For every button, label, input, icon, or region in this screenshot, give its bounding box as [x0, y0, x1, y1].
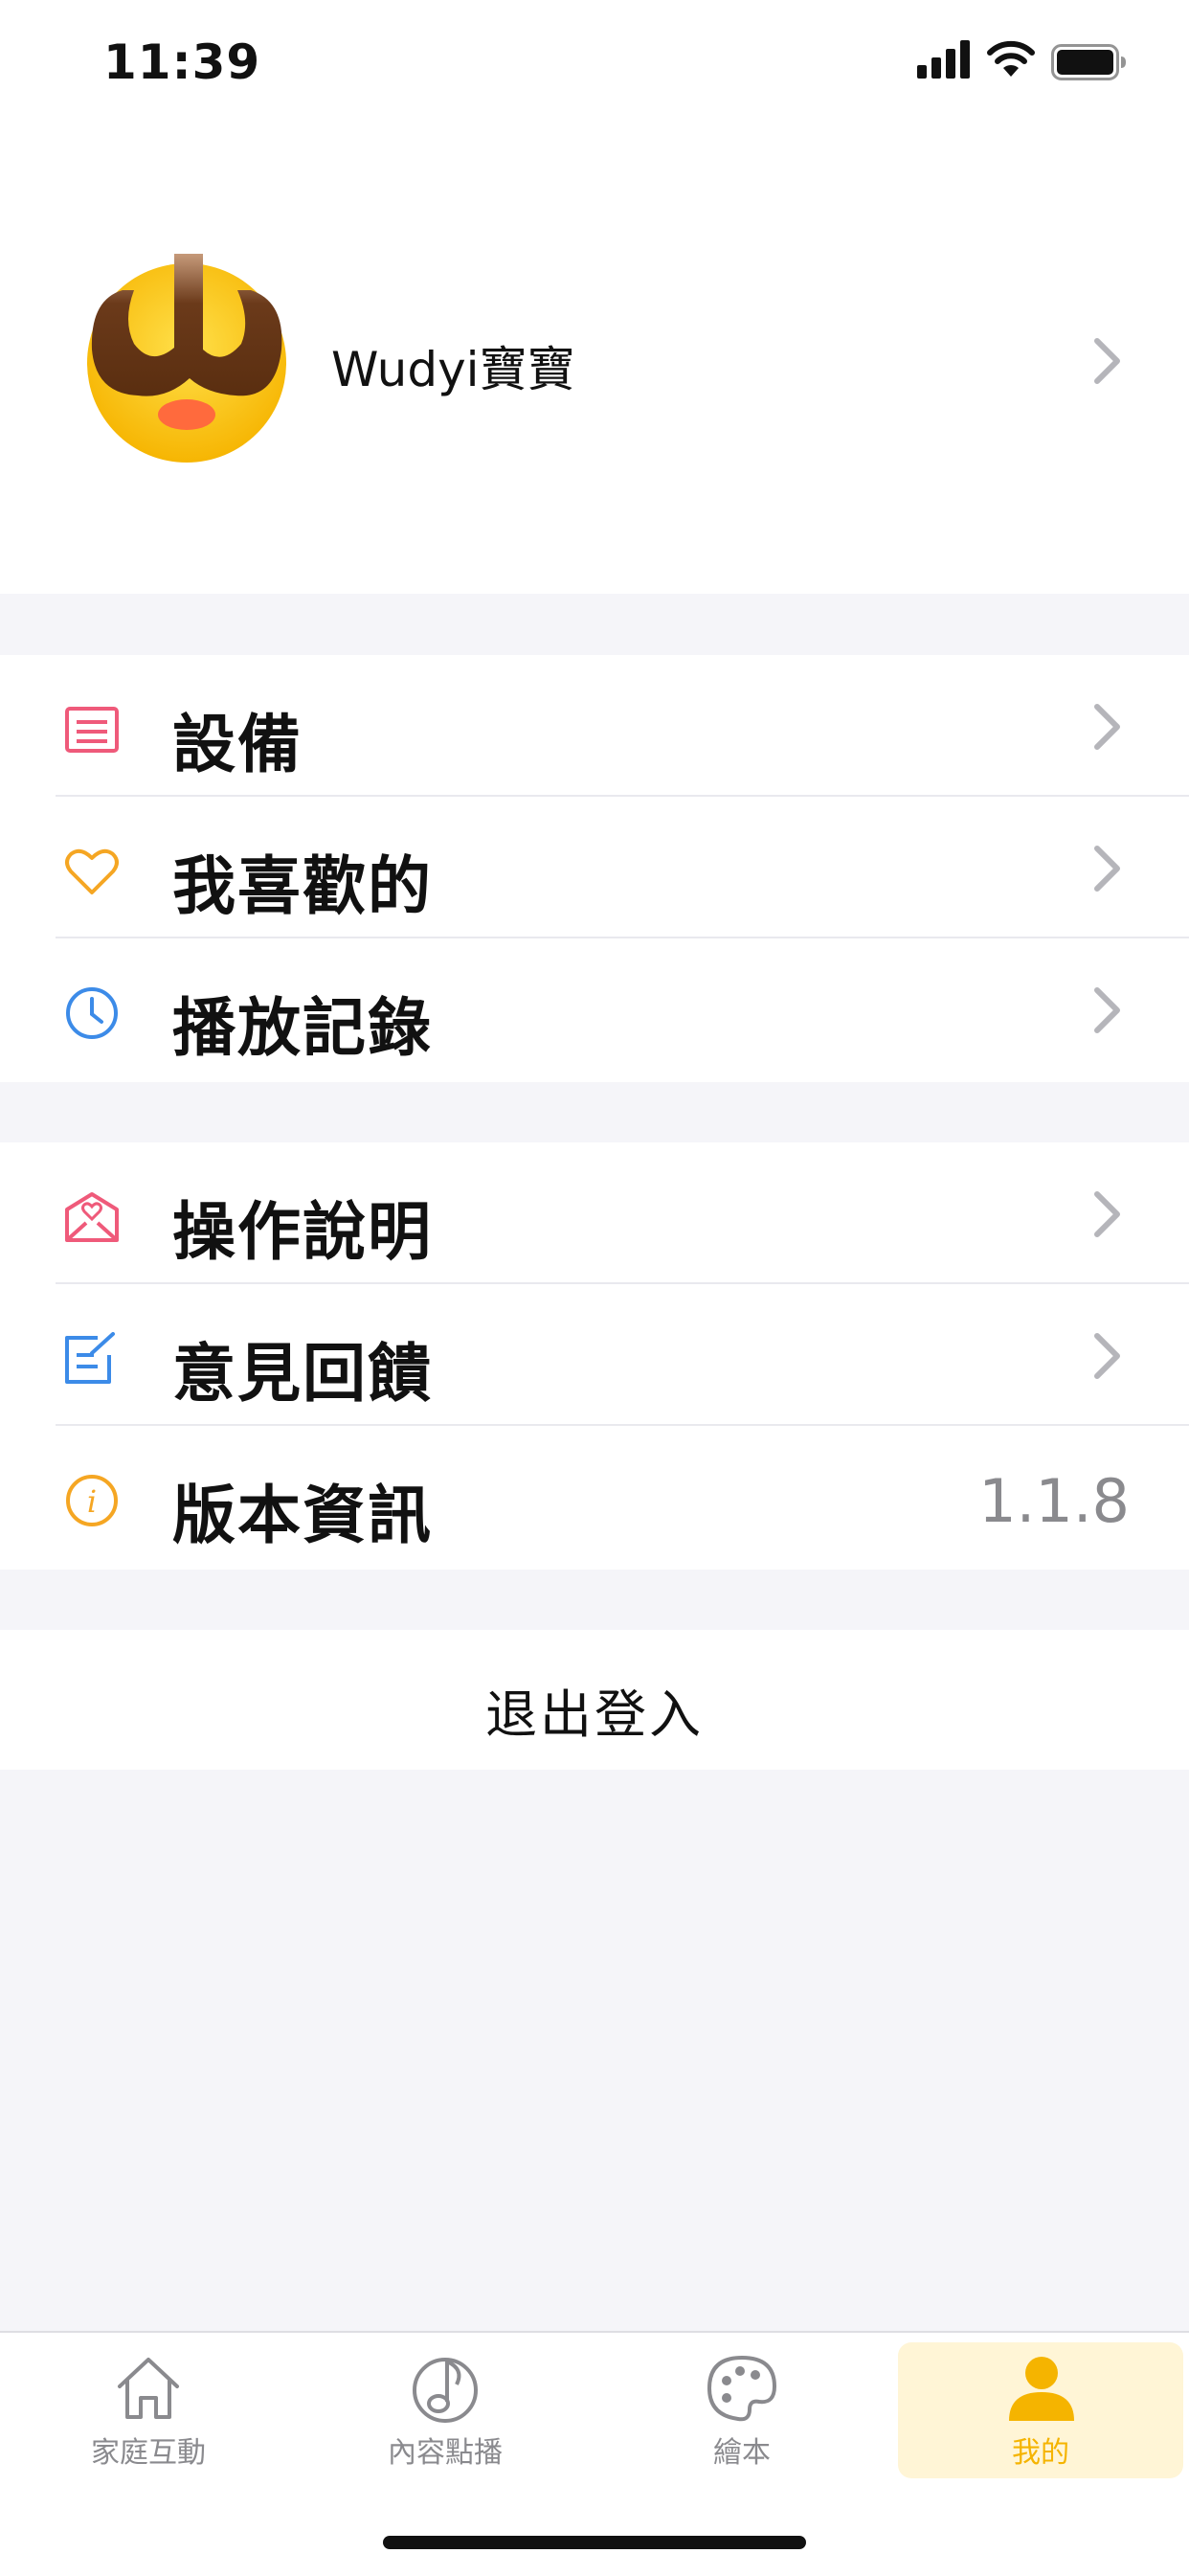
menu-item-feedback[interactable]: 意見回饋	[0, 1284, 1189, 1426]
mail-heart-icon	[65, 1192, 119, 1242]
avatar[interactable]	[84, 254, 289, 464]
version-value: 1.1.8	[978, 1466, 1130, 1536]
battery-icon	[1051, 44, 1126, 80]
profile-name[interactable]: Wudyi寶寶	[331, 331, 575, 400]
clock-icon	[66, 987, 118, 1039]
menu-item-instructions-label: 操作說明	[172, 1195, 433, 1269]
chevron-right-icon	[1094, 704, 1120, 750]
chevron-right-icon	[1094, 846, 1120, 892]
edit-icon	[65, 1332, 115, 1384]
status-bar: 11:39	[0, 0, 1189, 134]
menu-item-instructions[interactable]: 操作說明	[0, 1142, 1189, 1284]
person-icon	[1009, 2357, 1074, 2421]
tab-picture-book[interactable]: 繪本	[594, 2333, 890, 2476]
menu-item-favorites-label: 我喜歡的	[172, 849, 433, 923]
heart-icon	[65, 848, 119, 894]
menu-item-history[interactable]: 播放記錄	[0, 938, 1189, 1080]
menu-item-version: i 版本資訊 1.1.8	[0, 1426, 1189, 1568]
chevron-right-icon[interactable]	[1091, 335, 1124, 387]
tab-mine-label: 我的	[1012, 2436, 1069, 2470]
status-time: 11:39	[103, 34, 261, 90]
menu-item-history-label: 播放記錄	[172, 991, 433, 1065]
cellular-signal-icon	[917, 40, 970, 79]
chevron-right-icon	[1094, 987, 1120, 1033]
home-indicator[interactable]	[383, 2536, 806, 2549]
tab-family[interactable]: 家庭互動	[0, 2333, 297, 2476]
info-icon: i	[66, 1475, 118, 1526]
home-icon	[118, 2358, 179, 2419]
wifi-icon	[987, 40, 1035, 77]
menu-item-version-label: 版本資訊	[172, 1479, 433, 1552]
menu-item-device[interactable]: 設備	[0, 655, 1189, 797]
menu-section-library: 設備 我喜歡的 播放記錄	[0, 655, 1189, 1082]
music-note-icon	[413, 2358, 478, 2423]
svg-text:i: i	[87, 1483, 97, 1520]
tab-mine[interactable]: 我的	[898, 2342, 1183, 2478]
logout-button[interactable]: 退出登入	[0, 1630, 1189, 1770]
menu-item-favorites[interactable]: 我喜歡的	[0, 797, 1189, 938]
tab-content[interactable]: 內容點播	[297, 2333, 594, 2476]
tab-picture-book-label: 繪本	[713, 2436, 771, 2470]
menu-section-info: 操作說明 意見回饋 i 版本資訊 1.1.8	[0, 1142, 1189, 1570]
logout-label: 退出登入	[485, 1684, 704, 1745]
tab-content-label: 內容點播	[388, 2436, 503, 2470]
chevron-right-icon	[1094, 1191, 1120, 1237]
chevron-right-icon	[1094, 1333, 1120, 1379]
palette-icon	[707, 2355, 777, 2422]
tab-family-label: 家庭互動	[91, 2436, 206, 2470]
menu-item-device-label: 設備	[172, 708, 303, 781]
device-icon	[65, 707, 119, 753]
menu-item-feedback-label: 意見回饋	[172, 1337, 433, 1411]
